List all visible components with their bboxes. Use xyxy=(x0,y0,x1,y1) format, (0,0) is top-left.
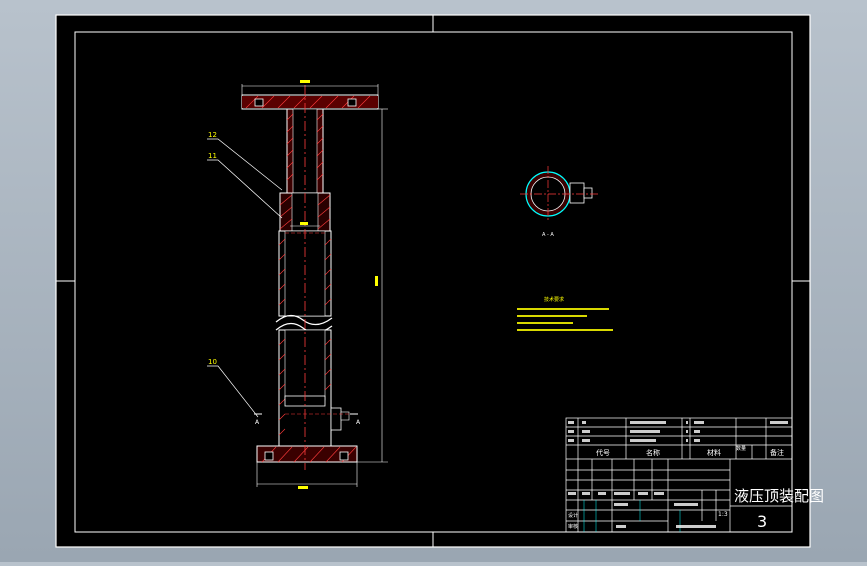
tech-notes-title: 技术要求 xyxy=(544,296,564,303)
scale-value: 1:3 xyxy=(718,511,728,518)
note-line-1 xyxy=(517,308,609,310)
cad-viewport: 12 11 10 A A A - A 技术要求 代号 名称 材料 备注 数量 设… xyxy=(0,0,867,562)
dim-base-width xyxy=(298,486,308,489)
dim-gland xyxy=(300,222,308,225)
section-port-end xyxy=(583,187,593,199)
pump-block xyxy=(330,407,342,431)
leader-label-10: 10 xyxy=(208,358,217,366)
dim-height xyxy=(375,276,378,286)
note-line-2 xyxy=(517,315,587,317)
top-bolt-right xyxy=(347,98,357,107)
drawing-sheet xyxy=(56,15,810,547)
note-line-3 xyxy=(517,322,573,324)
base-bolt-left xyxy=(264,451,274,461)
header-remark: 备注 xyxy=(770,448,784,457)
section-port xyxy=(569,182,585,204)
top-bolt-left xyxy=(254,98,264,107)
base-bolt-right xyxy=(339,451,349,461)
sheet-number: 3 xyxy=(757,512,767,531)
label-qty: 数量 xyxy=(736,445,746,452)
drawing-title: 液压顶装配图 xyxy=(734,487,824,505)
drawing-canvas: 12 11 10 A A A - A 技术要求 代号 名称 材料 备注 数量 设… xyxy=(55,14,824,548)
header-name: 名称 xyxy=(646,448,660,457)
label-review: 审核 xyxy=(568,523,578,530)
header-code: 代号 xyxy=(596,448,610,457)
header-material: 材料 xyxy=(707,448,721,457)
note-line-4 xyxy=(517,329,613,331)
section-label: A - A xyxy=(542,232,554,238)
pump-port xyxy=(340,411,350,421)
leader-label-11: 11 xyxy=(208,152,217,160)
dim-top-width xyxy=(300,80,310,83)
label-design: 设计 xyxy=(568,512,578,519)
leader-label-12: 12 xyxy=(208,131,217,139)
